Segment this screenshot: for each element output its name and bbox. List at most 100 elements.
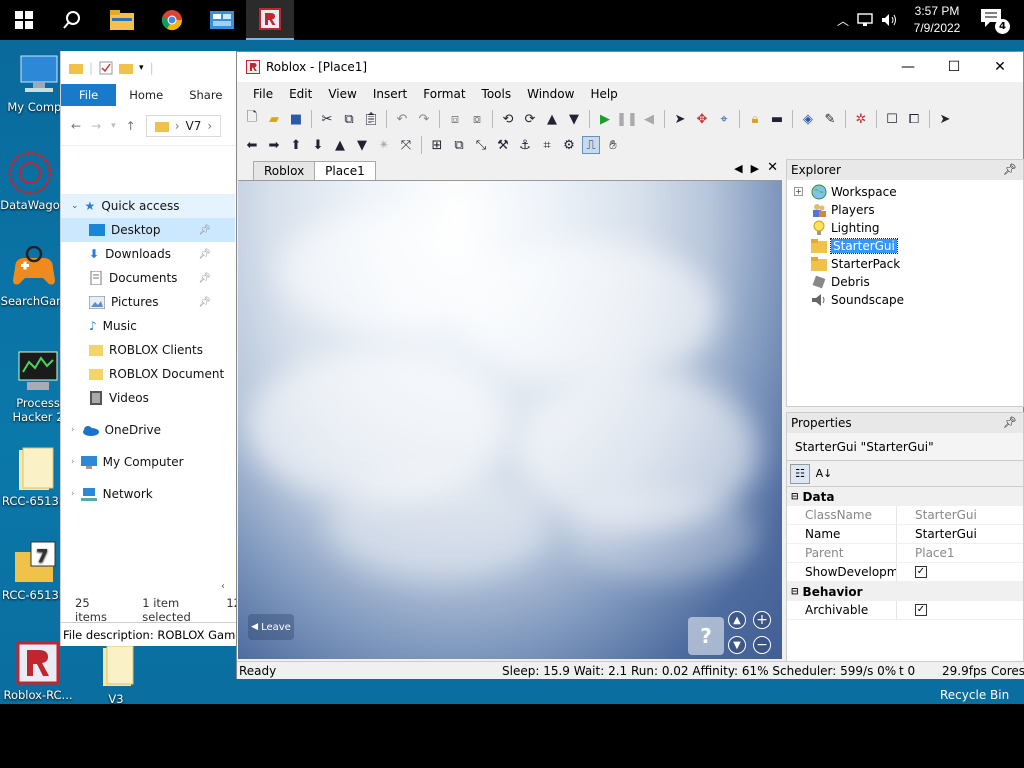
nav-scroll-left-icon[interactable]: ‹	[221, 581, 225, 592]
glue-icon[interactable]: ✋︎	[604, 136, 622, 154]
menu-view[interactable]: View	[320, 84, 364, 104]
nav-onedrive[interactable]: › OneDrive	[61, 418, 235, 442]
anchor-icon[interactable]: ▬	[768, 110, 786, 128]
minimize-button[interactable]: —	[885, 52, 931, 82]
checkbox-checked[interactable]: ✓	[915, 566, 927, 578]
menu-format[interactable]: Format	[415, 84, 473, 104]
close-button[interactable]: ✕	[977, 52, 1023, 82]
camera-tilt-down-button[interactable]: ▼	[728, 636, 746, 654]
taskbar-roblox-studio[interactable]	[246, 0, 294, 40]
fit-icon[interactable]: ⤧	[397, 136, 415, 154]
camera-right-icon[interactable]: ➡	[265, 136, 283, 154]
tree-item-soundscape[interactable]: Soundscape	[787, 291, 1023, 309]
undo-icon[interactable]: ↶	[393, 110, 411, 128]
camera-back-icon[interactable]: ▼	[353, 136, 371, 154]
property-row-showdevelopmentgui[interactable]: ShowDevelopmentG ✓	[787, 563, 1023, 582]
cursor-icon[interactable]: ➤	[936, 110, 954, 128]
notification-center-button[interactable]: 4	[980, 8, 1010, 34]
recent-chevron-icon[interactable]: ▾	[111, 121, 116, 131]
rotate-right-icon[interactable]: ⟳	[521, 110, 539, 128]
taskbar-file-explorer[interactable]	[98, 0, 146, 40]
select-icon[interactable]: ➤	[671, 110, 689, 128]
new-folder-icon[interactable]	[119, 62, 134, 74]
nav-roblox-documents[interactable]: ROBLOX Document	[61, 362, 235, 386]
move-down-icon[interactable]: ▼	[565, 110, 583, 128]
open-folder-icon[interactable]: ▰	[265, 110, 283, 128]
search-button[interactable]	[48, 0, 96, 40]
nav-documents[interactable]: Documents 📌︎	[61, 266, 235, 290]
alphabetical-icon[interactable]: A↓	[814, 464, 834, 484]
pause-icon[interactable]: ❚❚	[616, 110, 638, 128]
weld-icon[interactable]: ✲	[852, 110, 870, 128]
chevron-down-icon[interactable]: ⌄	[71, 201, 79, 211]
menu-insert[interactable]: Insert	[365, 84, 415, 104]
nav-music[interactable]: ♪ Music	[61, 314, 235, 338]
category-data[interactable]: ⊟ Data	[787, 487, 1023, 506]
move-up-icon[interactable]: ▲	[543, 110, 561, 128]
save-icon[interactable]: ■	[287, 110, 305, 128]
desktop-icon-roblox-rcc[interactable]: Roblox-RC...	[0, 640, 76, 702]
forward-arrow-icon[interactable]: →	[91, 119, 101, 133]
hammer-icon[interactable]: ⚒	[494, 136, 512, 154]
desktop-icon-recycle-bin-label[interactable]: Recycle Bin	[940, 688, 1009, 702]
new-file-icon[interactable]: 🗋︎	[243, 110, 261, 128]
camera-down-icon[interactable]: ⬇	[309, 136, 327, 154]
pin-icon[interactable]: 📌︎	[198, 225, 211, 236]
camera-tilt-up-button[interactable]: ▲	[728, 611, 746, 629]
clock[interactable]: 3:57 PM 7/9/2022	[906, 3, 968, 37]
cut-icon[interactable]: ✂	[318, 110, 336, 128]
tab-scroll-right-icon[interactable]: ▶	[751, 162, 759, 175]
camera-up-icon[interactable]: ⬆	[287, 136, 305, 154]
nav-my-computer[interactable]: › My Computer	[61, 450, 235, 474]
play-icon[interactable]: ▶	[596, 110, 614, 128]
taskbar-chrome[interactable]	[148, 0, 196, 40]
stop-icon[interactable]: ◀	[640, 110, 658, 128]
desktop-icon-v3[interactable]: V3	[78, 644, 154, 706]
group-icon[interactable]: ⧈	[446, 110, 464, 128]
collapse-icon[interactable]: ⊟	[791, 492, 799, 502]
start-button[interactable]	[0, 0, 48, 40]
ribbon-tab-home[interactable]: Home	[116, 84, 176, 106]
tab-scroll-left-icon[interactable]: ◀	[734, 162, 742, 175]
pin-icon[interactable]: 📌︎	[1003, 163, 1017, 176]
property-row-parent[interactable]: Parent Place1	[787, 544, 1023, 563]
paint-bucket-icon[interactable]: ◈	[799, 110, 817, 128]
lock-icon[interactable]: 🔒︎	[746, 110, 764, 128]
snap-icon[interactable]: ⌗	[538, 136, 556, 154]
pin-icon[interactable]: 📌︎	[198, 297, 211, 308]
camera-forward-icon[interactable]: ▲	[331, 136, 349, 154]
joint-icon[interactable]: ⚙	[560, 136, 578, 154]
nav-roblox-clients[interactable]: ROBLOX Clients	[61, 338, 235, 362]
zoom-in-button[interactable]: +	[753, 611, 771, 629]
stamper-icon[interactable]: ⎍	[582, 136, 600, 154]
network-icon[interactable]	[857, 13, 873, 27]
tab-place1[interactable]: Place1	[314, 161, 376, 180]
nav-downloads[interactable]: ⬇ Downloads 📌︎	[61, 242, 235, 266]
rotate-left-icon[interactable]: ⟲	[499, 110, 517, 128]
menu-help[interactable]: Help	[582, 84, 625, 104]
chevron-right-icon[interactable]: ›	[71, 425, 75, 435]
tree-item-lighting[interactable]: Lighting	[787, 219, 1023, 237]
nav-desktop[interactable]: Desktop 📌︎	[61, 218, 235, 242]
back-arrow-icon[interactable]: ←	[71, 119, 81, 133]
ribbon-tab-file[interactable]: File	[61, 84, 117, 106]
volume-icon[interactable]	[881, 13, 899, 27]
redo-icon[interactable]: ↷	[415, 110, 433, 128]
insert-part-icon[interactable]: ⊞	[428, 136, 446, 154]
screenshot-icon[interactable]: ⧠	[905, 110, 923, 128]
tree-item-debris[interactable]: Debris	[787, 273, 1023, 291]
address-path[interactable]: › V7 ›	[145, 114, 222, 137]
pin-icon[interactable]: 📌︎	[198, 273, 211, 284]
ribbon-tab-share[interactable]: Share	[176, 84, 235, 106]
desktop-icon-datawago[interactable]: DataWago	[0, 150, 68, 212]
property-row-archivable[interactable]: Archivable ✓	[787, 601, 1023, 620]
chevron-up-icon[interactable]: ︿	[837, 12, 849, 29]
checkbox-checked[interactable]: ✓	[915, 604, 927, 616]
menu-edit[interactable]: Edit	[281, 84, 320, 104]
menu-file[interactable]: File	[245, 84, 281, 104]
paste-icon[interactable]: 📋︎	[362, 110, 380, 128]
material-icon[interactable]: ✎	[821, 110, 839, 128]
zoom-out-button[interactable]: −	[753, 636, 771, 654]
nav-quick-access[interactable]: ⌄ ★ Quick access	[61, 194, 235, 218]
tree-item-players[interactable]: Players	[787, 201, 1023, 219]
